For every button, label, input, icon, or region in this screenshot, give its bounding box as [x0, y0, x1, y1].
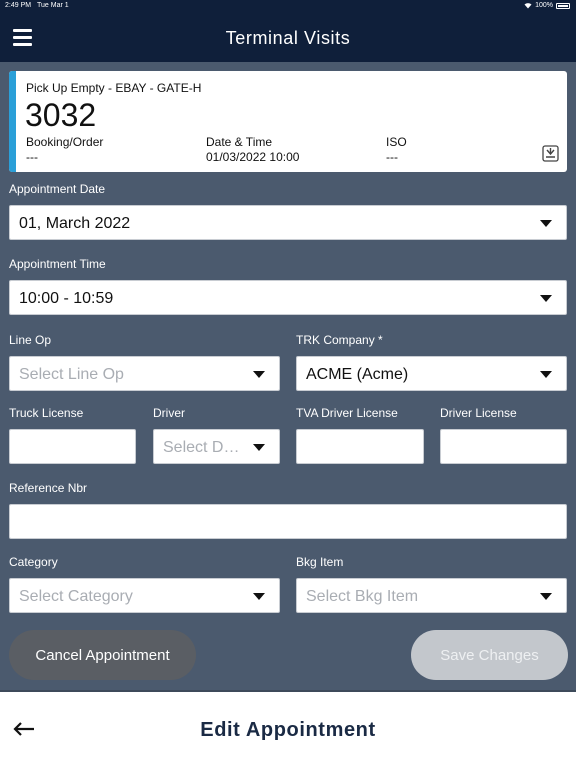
battery-percent: 100% [535, 2, 553, 9]
iso-column: ISO --- [386, 135, 407, 165]
bkg-item-placeholder: Select Bkg Item [306, 588, 419, 605]
visit-number: 3032 [25, 97, 97, 133]
truck-license-input[interactable] [9, 429, 136, 464]
line-op-select[interactable]: Select Line Op [9, 356, 280, 391]
chevron-down-icon [253, 593, 265, 600]
chevron-down-icon [253, 444, 265, 451]
visit-card: Pick Up Empty - EBAY - GATE-H 3032 Booki… [9, 71, 567, 172]
chevron-down-icon [253, 371, 265, 378]
line-op-placeholder: Select Line Op [19, 366, 124, 383]
chevron-down-icon [540, 593, 552, 600]
iso-label: ISO [386, 135, 407, 149]
category-select[interactable]: Select Category [9, 578, 280, 613]
truck-license-label: Truck License [9, 406, 84, 420]
chevron-down-icon [540, 371, 552, 378]
cancel-appointment-button[interactable]: Cancel Appointment [9, 630, 196, 680]
iso-value: --- [386, 150, 398, 164]
wifi-icon [524, 3, 532, 9]
appointment-time-value: 10:00 - 10:59 [19, 290, 114, 307]
trk-company-select[interactable]: ACME (Acme) [296, 356, 567, 391]
category-label: Category [9, 555, 58, 569]
appointment-date-label: Appointment Date [9, 182, 106, 196]
appointment-time-label: Appointment Time [9, 257, 106, 271]
battery-icon [556, 2, 570, 9]
chevron-down-icon [540, 295, 552, 302]
tva-driver-license-input[interactable] [296, 429, 424, 464]
status-date: Tue Mar 1 [37, 2, 69, 9]
driver-select[interactable]: Select D… [153, 429, 280, 464]
trk-company-label: TRK Company * [296, 333, 383, 347]
booking-value: --- [26, 150, 38, 164]
save-changes-button[interactable]: Save Changes [411, 630, 568, 680]
download-icon[interactable] [542, 145, 559, 162]
reference-nbr-input[interactable] [9, 504, 567, 539]
booking-column: Booking/Order --- [26, 135, 103, 165]
bkg-item-label: Bkg Item [296, 555, 344, 569]
chevron-down-icon [540, 220, 552, 227]
appointment-date-value: 01, March 2022 [19, 215, 131, 232]
category-placeholder: Select Category [19, 588, 133, 605]
driver-placeholder: Select D… [163, 439, 240, 456]
appointment-time-select[interactable]: 10:00 - 10:59 [9, 280, 567, 315]
card-accent-bar [9, 71, 16, 172]
reference-nbr-label: Reference Nbr [9, 481, 88, 495]
datetime-label: Date & Time [206, 135, 273, 149]
line-op-label: Line Op [9, 333, 52, 347]
booking-label: Booking/Order [26, 135, 104, 149]
datetime-value: 01/03/2022 10:00 [206, 150, 300, 164]
app-header: Terminal Visits [0, 12, 576, 62]
datetime-column: Date & Time 01/03/2022 10:00 [206, 135, 299, 165]
driver-license-input[interactable] [440, 429, 567, 464]
appointment-date-select[interactable]: 01, March 2022 [9, 205, 567, 240]
status-time: 2:49 PM [5, 2, 32, 9]
tva-driver-license-label: TVA Driver License [296, 406, 398, 420]
status-bar: 2:49 PM Tue Mar 1 100% [0, 0, 576, 12]
bkg-item-select[interactable]: Select Bkg Item [296, 578, 567, 613]
driver-license-label: Driver License [440, 406, 517, 420]
visit-subtitle: Pick Up Empty - EBAY - GATE-H [26, 81, 202, 95]
page-title: Terminal Visits [225, 28, 351, 48]
edit-appointment-title: Edit Appointment [200, 719, 376, 741]
bottom-bar: Edit Appointment [0, 690, 576, 768]
status-right: 100% [524, 2, 570, 9]
trk-company-value: ACME (Acme) [306, 366, 409, 383]
driver-label: Driver [153, 406, 185, 420]
